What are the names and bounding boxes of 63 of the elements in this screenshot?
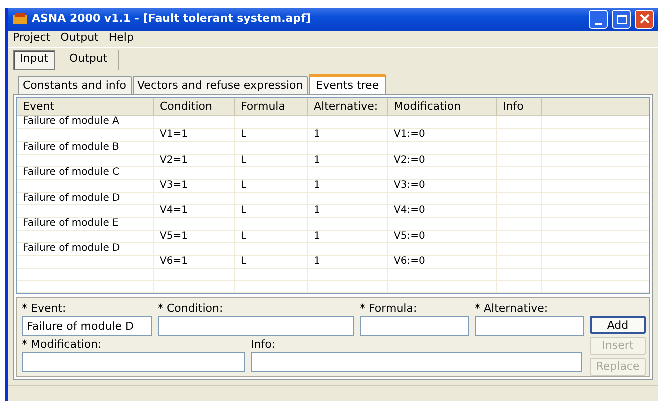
table-cell: V4=1 (154, 205, 235, 217)
column-header[interactable]: Event (17, 98, 154, 116)
table-cell: V2:=0 (388, 154, 497, 166)
tab[interactable]: Vectors and refuse expression (132, 76, 308, 94)
table-cell: V2=1 (154, 154, 235, 166)
window-title: ASNA 2000 v1.1 - [Fault tolerant system.apf] (32, 11, 312, 28)
column-header[interactable]: Modification (388, 98, 497, 116)
table-cell: Failure of module E (17, 218, 154, 230)
input-field[interactable] (475, 316, 584, 336)
menu-item[interactable]: Project (13, 30, 51, 47)
table-cell: 1 (308, 154, 388, 166)
table-cell: L (235, 154, 308, 166)
table-cell: V5=1 (154, 230, 235, 242)
table-cell: V5:=0 (388, 230, 497, 242)
table-cell: Failure of module C (17, 167, 154, 179)
table-cell: L (235, 230, 308, 242)
action-button[interactable]: Add (590, 316, 646, 334)
field-label: * Condition: (158, 302, 224, 316)
table-cell: 1 (308, 180, 388, 192)
tab[interactable]: Constants and info (18, 76, 132, 94)
table-cell: Failure of module B (17, 142, 154, 154)
column-header[interactable]: Formula (235, 98, 308, 116)
tab[interactable]: Events tree (309, 74, 386, 94)
column-header[interactable]: Alternative: (308, 98, 388, 116)
table-cell: V6:=0 (388, 256, 497, 268)
table-cell: 1 (308, 129, 388, 141)
table-cell: L (235, 129, 308, 141)
table-cell: 1 (308, 230, 388, 242)
table-cell: Failure of module A (17, 116, 154, 128)
table-cell: V1=1 (154, 129, 235, 141)
table-cell: V3:=0 (388, 180, 497, 192)
input-field[interactable] (360, 316, 469, 336)
table-cell: Failure of module D (17, 243, 154, 256)
mode-tab[interactable]: Input (13, 50, 56, 70)
mode-tab[interactable]: Output (59, 50, 119, 70)
input-field[interactable] (22, 352, 245, 372)
column-header[interactable]: Info (497, 98, 542, 116)
input-field[interactable]: Failure of module D (22, 316, 152, 336)
maximize-button[interactable] (612, 10, 631, 29)
column-header[interactable]: Condition (154, 98, 235, 116)
table-cell: V3=1 (154, 180, 235, 192)
field-label: * Event: (22, 302, 68, 316)
minimize-button[interactable] (589, 10, 608, 29)
menu-item[interactable]: Help (108, 30, 134, 47)
table-cell: L (235, 205, 308, 217)
field-label: Info: (251, 338, 277, 352)
close-button[interactable] (635, 10, 654, 29)
table-cell: L (235, 180, 308, 192)
table-cell: 1 (308, 256, 388, 268)
table-cell: V4:=0 (388, 205, 497, 217)
table-cell: V1:=0 (388, 129, 497, 141)
field-label: * Formula: (360, 302, 418, 316)
close-icon (640, 14, 650, 24)
app-icon (12, 12, 28, 26)
input-field[interactable] (158, 316, 354, 336)
field-label: * Alternative: (475, 302, 550, 316)
input-field[interactable] (251, 352, 582, 372)
menu-item[interactable]: Output (60, 30, 99, 47)
table-cell: V6=1 (154, 256, 235, 268)
table-cell: 1 (308, 205, 388, 217)
table-cell: L (235, 256, 308, 268)
field-label: * Modification: (22, 338, 103, 352)
table-cell: Failure of module D (17, 192, 154, 204)
